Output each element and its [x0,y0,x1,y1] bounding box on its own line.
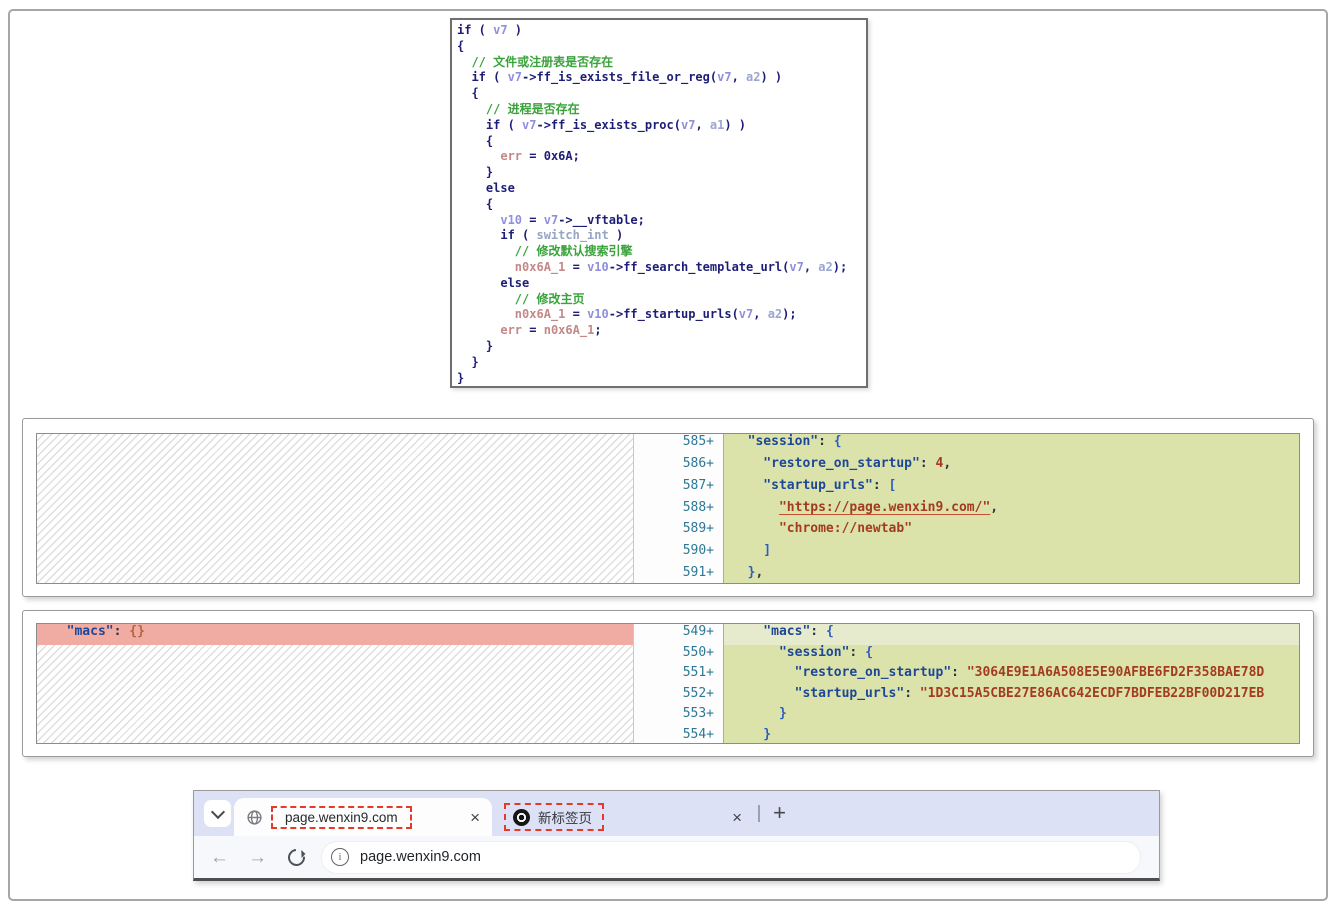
diff-added-line: "startup_urls": [ [724,478,1299,500]
code-line: // 进程是否存在 [457,102,866,118]
line-number: 549+ [634,624,723,645]
newtab-favicon-icon [513,809,530,826]
globe-favicon-icon [246,809,263,826]
code-line: { [457,134,866,150]
diff-added-line: "https://page.wenxin9.com/", [724,500,1299,522]
code-line: // 修改默认搜索引擎 [457,244,866,260]
new-tab-button[interactable]: + [766,799,793,826]
code-line: err = 0x6A; [457,149,866,165]
tab-title: 新标签页 [538,807,592,827]
address-bar[interactable]: i page.wenxin9.com [321,841,1141,874]
diff-added-line: } [724,706,1299,727]
code-line: if ( v7->ff_is_exists_file_or_reg(v7, a2… [457,70,866,86]
diff-added-line: "restore_on_startup": 4, [724,456,1299,478]
diff-view-macs-block: "macs": {} 549+550+551+552+553+554+ "mac… [22,610,1314,757]
code-line: n0x6A_1 = v10->ff_startup_urls(v7, a2); [457,307,866,323]
diff-line-number-gutter: 585+586+587+588+589+590+591+ [634,434,724,584]
diff-line-number-gutter: 549+550+551+552+553+554+ [634,624,724,744]
pseudocode-lines: if ( v7 ){ // 文件或注册表是否存在 if ( v7->ff_is_… [457,23,866,386]
figure-canvas: if ( v7 ){ // 文件或注册表是否存在 if ( v7->ff_is_… [0,0,1336,910]
code-line: v10 = v7->__vftable; [457,213,866,229]
line-number: 551+ [634,665,723,686]
line-number: 590+ [634,543,723,565]
tab-page-wenxin9[interactable]: page.wenxin9.com × [234,798,492,836]
tab-title-annotation-box: 新标签页 [504,803,604,831]
diff-added-line: "session": { [724,645,1299,666]
code-line: // 文件或注册表是否存在 [457,55,866,71]
code-line: if ( v7->ff_is_exists_proc(v7, a1) ) [457,118,866,134]
diff-left-pane-removed: "macs": {} [37,624,634,744]
tab-search-button[interactable] [204,800,231,827]
line-number: 552+ [634,686,723,707]
browser-toolbar: ← → i page.wenxin9.com [194,836,1159,878]
line-number: 587+ [634,478,723,500]
code-line: else [457,276,866,292]
code-line: if ( v7 ) [457,23,866,39]
tab-close-icon[interactable]: × [470,809,480,826]
info-icon: i [331,848,349,866]
chrome-browser-window: page.wenxin9.com × 新标签页 × + ← → i page.w… [193,790,1160,881]
code-line: { [457,39,866,55]
diff-view-session-block: 585+586+587+588+589+590+591+ "session": … [22,418,1314,597]
line-number: 585+ [634,434,723,456]
tab-close-icon[interactable]: × [732,809,742,826]
code-line: n0x6A_1 = v10->ff_search_template_url(v7… [457,260,866,276]
line-number: 550+ [634,645,723,666]
back-icon[interactable]: ← [210,848,229,867]
diff-added-line: "session": { [724,434,1299,456]
diff-added-line: }, [724,565,1299,584]
diff-added-line: "macs": { [724,624,1299,645]
code-line: err = n0x6A_1; [457,323,866,339]
diff-added-line: "chrome://newtab" [724,521,1299,543]
diff-removed-line: "macs": {} [37,624,633,645]
diff-added-line: "startup_urls": "1D3C15A5CBE27E86AC642EC… [724,686,1299,707]
code-line: } [457,165,866,181]
tab-title: page.wenxin9.com [285,810,398,825]
code-line: { [457,197,866,213]
diff-right-pane-added: "macs": { "session": { "restore_on_start… [724,624,1299,744]
code-line: else [457,181,866,197]
chevron-down-icon [210,804,224,818]
code-line: { [457,86,866,102]
tab-title-annotation-box: page.wenxin9.com [271,806,412,829]
code-line: } [457,355,866,371]
address-bar-url: page.wenxin9.com [360,849,481,865]
tab-divider [758,805,760,822]
code-line: } [457,339,866,355]
diff-left-pane-empty [37,434,634,584]
line-number: 554+ [634,727,723,745]
diff-panel: "macs": {} 549+550+551+552+553+554+ "mac… [36,623,1300,744]
line-number: 586+ [634,456,723,478]
line-number: 589+ [634,521,723,543]
code-line: // 修改主页 [457,292,866,308]
diff-added-line: ] [724,543,1299,565]
code-line: if ( switch_int ) [457,228,866,244]
tab-strip: page.wenxin9.com × 新标签页 × + [194,791,1159,836]
tab-new-tab-page[interactable]: 新标签页 × [494,798,756,836]
diff-panel: 585+586+587+588+589+590+591+ "session": … [36,433,1300,584]
diff-added-line: } [724,727,1299,745]
code-line: } [457,371,866,387]
diff-right-pane-added: "session": { "restore_on_startup": 4, "s… [724,434,1299,584]
reload-icon[interactable] [285,845,309,869]
ida-pseudocode-panel: if ( v7 ){ // 文件或注册表是否存在 if ( v7->ff_is_… [450,18,868,388]
line-number: 591+ [634,565,723,584]
forward-icon[interactable]: → [248,848,267,867]
diff-added-line: "restore_on_startup": "3064E9E1A6A508E5E… [724,665,1299,686]
line-number: 553+ [634,706,723,727]
line-number: 588+ [634,500,723,522]
